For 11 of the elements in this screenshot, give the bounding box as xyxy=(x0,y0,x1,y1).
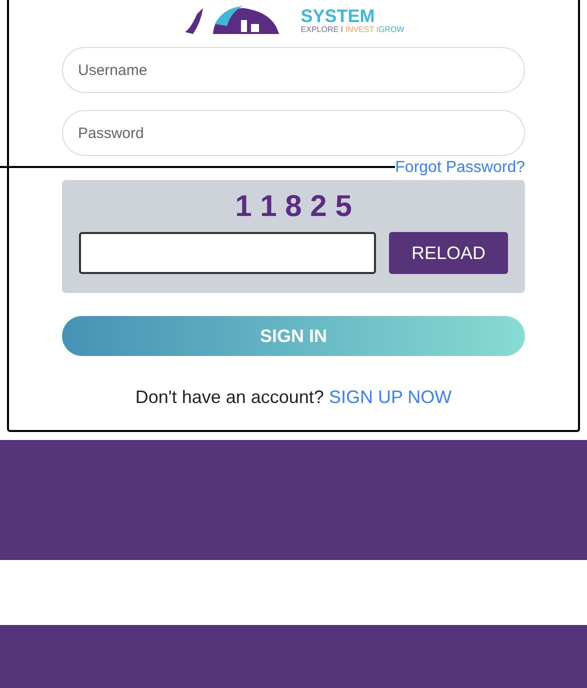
logo-title: SYSTEM xyxy=(300,7,375,25)
username-field[interactable]: Username xyxy=(62,47,525,93)
signup-prompt: Don't have an account? xyxy=(135,386,324,409)
forgot-password-link[interactable]: Forgot Password? xyxy=(395,156,525,180)
password-field[interactable]: Password xyxy=(62,110,525,156)
reload-button[interactable]: RELOAD xyxy=(389,232,508,274)
logo-tagline: EXPLORE I INVEST IGROW xyxy=(300,26,404,34)
captcha-code: 1 1 8 2 5 xyxy=(235,192,352,222)
sign-up-link[interactable]: SIGN UP NOW xyxy=(328,384,452,411)
captcha-input[interactable] xyxy=(79,232,376,274)
sign-in-button[interactable]: SIGN IN xyxy=(62,316,525,356)
